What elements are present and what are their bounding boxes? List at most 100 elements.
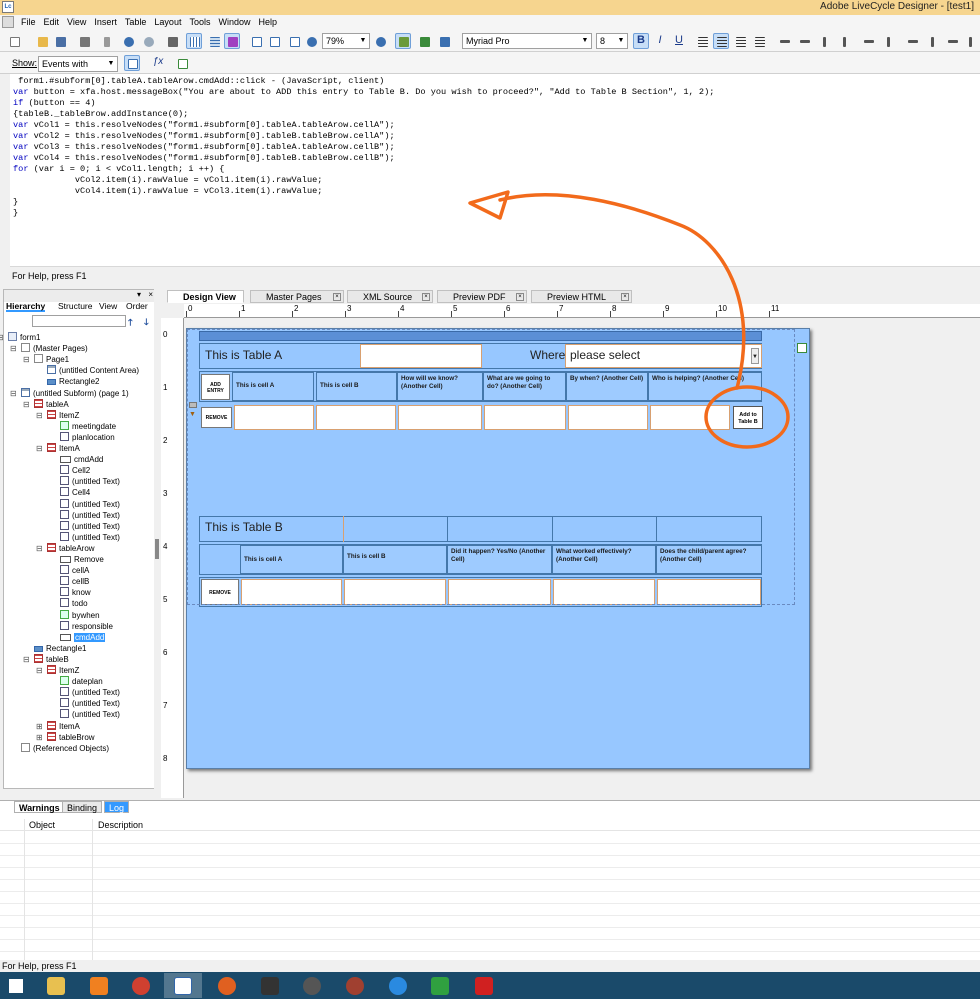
tree-item-itema[interactable]: ⊟ ItemA [36, 443, 80, 454]
bold-button[interactable]: B [633, 33, 649, 49]
menu-layout[interactable]: Layout [150, 15, 185, 30]
find-icon[interactable] [164, 33, 180, 49]
where-select[interactable]: please select ▼ [565, 344, 762, 368]
acrobat-icon[interactable] [465, 973, 503, 998]
underline-button[interactable]: U [671, 33, 687, 49]
panel-menu-icon[interactable]: ▾ [137, 290, 141, 299]
menu-window[interactable]: Window [214, 15, 254, 30]
tree-item-planlocation[interactable]: planlocation [60, 431, 115, 443]
tree-item-cmdadd[interactable]: cmdAdd [60, 632, 106, 643]
redo-icon[interactable] [140, 33, 156, 49]
collapse-icon[interactable]: ⊟ [36, 543, 43, 554]
spell-icon[interactable] [436, 33, 452, 49]
script-editor[interactable]: form1.#subform[0].tableA.tableArow.cmdAd… [10, 74, 980, 266]
tree-item-know[interactable]: know [60, 587, 91, 598]
table-b-cell-a[interactable] [241, 579, 342, 605]
tree-item-untitled-text[interactable]: (untitled Text) [60, 687, 120, 698]
align-objects-right-icon[interactable] [796, 33, 812, 49]
italic-button[interactable]: I [652, 33, 668, 49]
watch-dogs-icon[interactable] [293, 973, 331, 998]
chevron-down-icon[interactable]: ▼ [751, 348, 759, 364]
design-page[interactable]: This is Table A Where: please select ▼ AD… [186, 328, 810, 769]
tab-design-view[interactable]: Design View [167, 290, 244, 303]
print-icon[interactable] [76, 33, 92, 49]
tree-item-cell4[interactable]: Cell4 [60, 487, 90, 498]
center-objects-icon[interactable] [860, 33, 876, 49]
collapse-icon[interactable]: ⊟ [23, 399, 30, 410]
align-objects-bottom-icon[interactable] [836, 33, 852, 49]
firefox-icon[interactable] [208, 973, 246, 998]
column-object[interactable]: Object [29, 820, 55, 830]
tree-item-meetingdate[interactable]: meetingdate [60, 420, 116, 432]
collapse-icon[interactable]: ⊟ [10, 388, 17, 399]
zoom-in-icon[interactable] [372, 33, 388, 49]
tree-item-dateplan[interactable]: dateplan [60, 676, 103, 687]
meetingdate-field[interactable] [360, 344, 482, 368]
tree-item-itema[interactable]: ⊞ ItemA [36, 720, 80, 732]
tree-item-untitled-text[interactable]: (untitled Text) [60, 698, 120, 709]
new-file-icon[interactable] [6, 33, 22, 49]
tree-item-todo[interactable]: todo [60, 598, 88, 609]
move-down-icon[interactable]: 🡓 [144, 315, 149, 331]
tree-item-itemz[interactable]: ⊟ ItemZ [36, 665, 79, 676]
tree-item-untitled-text[interactable]: (untitled Text) [60, 520, 120, 532]
align-objects-top-icon[interactable] [816, 33, 832, 49]
media-player-icon[interactable] [80, 973, 118, 998]
tree-item-rectangle1[interactable]: Rectangle1 [34, 643, 86, 654]
file-explorer-icon[interactable] [37, 973, 75, 998]
tab-warnings[interactable]: Warnings [14, 801, 65, 813]
tree-item-untitled-content-area[interactable]: (untitled Content Area) [47, 365, 139, 376]
tree-item-master-pages[interactable]: ⊟ (Master Pages) [10, 343, 88, 354]
tab-preview-pdf[interactable]: Preview PDF × [437, 290, 527, 303]
tree-item-cella[interactable]: cellA [60, 565, 89, 576]
collapse-icon[interactable]: ⊟ [23, 354, 30, 365]
table-b-cell-b[interactable] [344, 579, 446, 605]
steam-icon[interactable] [251, 973, 289, 998]
tree-item-referenced-objects[interactable]: (Referenced Objects) [21, 742, 109, 754]
zoom-out-icon[interactable] [303, 33, 319, 49]
layout-icon[interactable] [224, 33, 240, 49]
menu-insert[interactable]: Insert [90, 15, 121, 30]
tree-item-rectangle2[interactable]: Rectangle2 [47, 376, 99, 387]
close-icon[interactable]: × [621, 293, 629, 301]
cut-icon[interactable] [98, 33, 114, 49]
group-icon[interactable] [904, 33, 920, 49]
tree-item-cellb[interactable]: cellB [60, 576, 89, 587]
collapse-icon[interactable]: ⊟ [36, 410, 43, 421]
tree-item-itemz[interactable]: ⊟ ItemZ [36, 409, 79, 421]
table-b-worked-field[interactable] [553, 579, 655, 605]
tree-item-untitled-text[interactable]: (untitled Text) [60, 531, 120, 543]
table-a-cell-b[interactable] [316, 405, 396, 430]
game-icon[interactable] [336, 973, 374, 998]
table-b-agree-field[interactable] [657, 579, 761, 605]
snap-icon[interactable] [395, 33, 411, 49]
align-center-icon[interactable] [713, 33, 729, 49]
tree-item-untitled-subform-page-1[interactable]: ⊟ (untitled Subform) (page 1) [10, 387, 129, 399]
save-icon[interactable] [52, 33, 68, 49]
chrome-icon[interactable] [122, 973, 160, 998]
panel-splitter[interactable] [154, 289, 160, 799]
justify-icon[interactable] [751, 33, 767, 49]
remove-button[interactable]: REMOVE [201, 407, 232, 428]
store-icon[interactable] [421, 973, 459, 998]
collapse-icon[interactable]: ⊟ [0, 332, 4, 343]
ungroup-icon[interactable] [924, 33, 940, 49]
tree-item-tablea[interactable]: ⊟ tableA [23, 398, 69, 410]
fit-icon[interactable] [266, 33, 282, 49]
menu-table[interactable]: Table [121, 15, 151, 30]
collapse-icon[interactable]: ⊟ [36, 665, 43, 676]
tree-item-cmdadd[interactable]: cmdAdd [60, 454, 103, 465]
tab-log[interactable]: Log [104, 801, 130, 813]
table-a-responsible-field[interactable] [650, 405, 730, 430]
row-expand-icon[interactable]: ▼ [189, 411, 197, 419]
tree-item-tableb[interactable]: ⊟ tableB [23, 653, 69, 665]
livecycle-icon[interactable] [164, 973, 202, 998]
tree-item-tablearow[interactable]: ⊟ tableArow [36, 542, 95, 554]
tree-item-tablebrow[interactable]: ⊞ tableBrow [36, 731, 95, 743]
tree-item-cell2[interactable]: Cell2 [60, 465, 90, 476]
tab-xml-source[interactable]: XML Source × [347, 290, 433, 303]
menu-view[interactable]: View [63, 15, 90, 30]
add-entry-button[interactable]: ADD ENTRY [201, 374, 230, 400]
events-icon[interactable] [124, 55, 140, 71]
tree-item-bywhen[interactable]: bywhen [60, 609, 100, 621]
